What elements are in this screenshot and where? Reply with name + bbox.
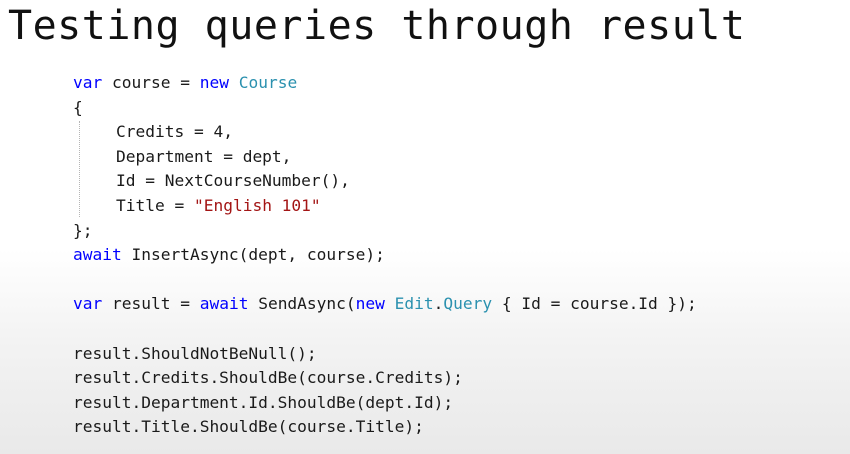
code-text: Department = dept, — [116, 146, 292, 166]
code-line: result.ShouldNotBeNull(); — [73, 343, 317, 363]
code-line: { — [73, 97, 83, 117]
code-text: result = — [102, 294, 200, 314]
keyword: var — [73, 73, 103, 92]
code-line: Credits = 4, — [73, 120, 697, 145]
code-text: . — [433, 294, 444, 314]
keyword: await — [199, 294, 249, 314]
code-line: result.Title.ShouldBe(course.Title); — [73, 417, 424, 437]
code-line: var result = await SendAsync(new Edit.Qu… — [73, 292, 697, 317]
code-line: result.Credits.ShouldBe(course.Credits); — [73, 368, 463, 388]
code-line: Id = NextCourseNumber(), — [73, 169, 697, 194]
code-text: Credits = 4, — [116, 122, 233, 142]
code-text: Title = — [116, 195, 194, 215]
keyword: var — [73, 294, 103, 314]
type-name: Course — [238, 73, 298, 92]
code-text: { Id = course.Id }); — [492, 294, 697, 314]
code-line: var course = new Course — [73, 71, 697, 96]
code-line: Title = "English 101" — [73, 194, 697, 219]
keyword: new — [355, 294, 385, 314]
code-line: result.Department.Id.ShouldBe(dept.Id); — [73, 392, 454, 412]
keyword: await — [73, 245, 122, 265]
code-line: }; — [73, 220, 93, 240]
code-text: SendAsync( — [248, 294, 356, 314]
type-name: Query — [443, 294, 493, 314]
slide-title: Testing queries through result — [8, 3, 746, 49]
code-text: Id = NextCourseNumber(), — [116, 171, 350, 191]
string-literal: "English 101" — [193, 195, 321, 215]
type-name: Edit — [394, 294, 434, 314]
code-line: await InsertAsync(dept, course); — [73, 243, 697, 268]
code-text: InsertAsync(dept, course); — [121, 245, 385, 265]
code-line: Department = dept, — [73, 145, 697, 170]
slide: Testing queries through result var cours… — [0, 0, 850, 454]
keyword: new — [199, 73, 229, 92]
code-text: course = — [102, 73, 200, 92]
code-block: var course = new Course { Credits = 4, D… — [73, 71, 697, 440]
